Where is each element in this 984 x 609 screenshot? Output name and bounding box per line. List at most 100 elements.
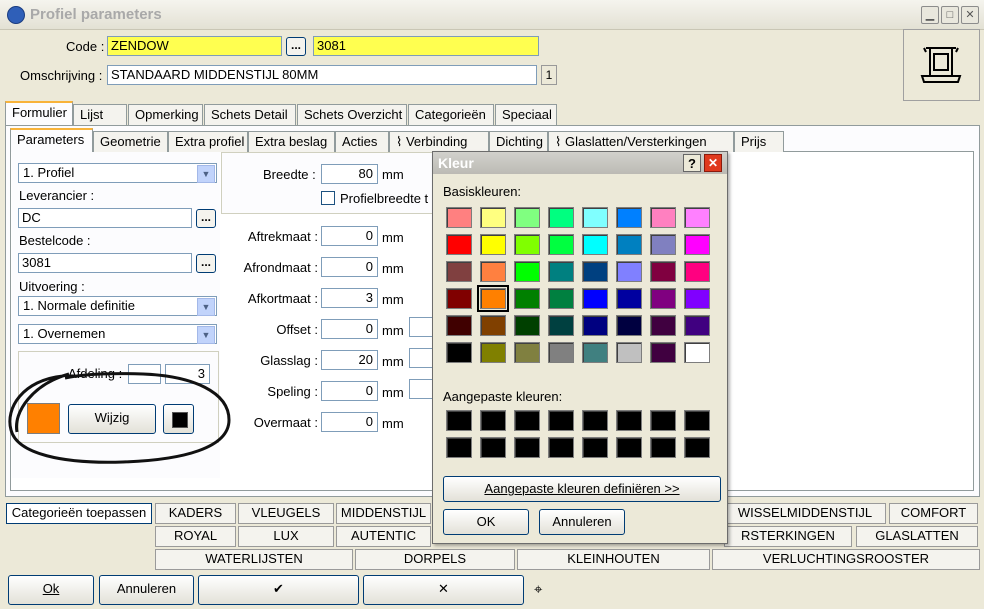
basic-color-swatch[interactable] — [446, 315, 472, 336]
basic-color-swatch[interactable] — [582, 234, 608, 255]
tab-schets-overzicht[interactable]: Schets Overzicht — [297, 104, 407, 125]
code-browse-button[interactable]: ... — [286, 37, 306, 56]
leverancier-field[interactable]: DC — [18, 208, 192, 228]
close-button[interactable]: ✕ — [961, 6, 979, 24]
leverancier-browse-button[interactable]: ... — [196, 209, 216, 228]
custom-color-swatch[interactable] — [582, 410, 608, 431]
basic-color-swatch[interactable] — [582, 342, 608, 363]
category-button[interactable]: VLEUGELS — [238, 503, 334, 524]
custom-color-swatch[interactable] — [514, 410, 540, 431]
help-button[interactable]: ? — [683, 154, 701, 172]
category-button[interactable]: GLASLATTEN — [856, 526, 978, 547]
binoculars-icon[interactable]: ⌖ — [534, 581, 542, 598]
category-button[interactable]: WISSELMIDDENSTIJL — [724, 503, 886, 524]
basic-color-swatch[interactable] — [650, 342, 676, 363]
basic-color-swatch[interactable] — [446, 261, 472, 282]
basic-color-swatch[interactable] — [650, 234, 676, 255]
category-button[interactable]: DORPELS — [355, 549, 515, 570]
subtab-glaslatten-versterkingen[interactable]: ⌇ Glaslatten/Versterkingen — [548, 131, 734, 152]
minimize-button[interactable]: ▁ — [921, 6, 939, 24]
param-field[interactable]: 0 — [321, 381, 378, 401]
tab-formulier[interactable]: Formulier — [5, 101, 73, 125]
basic-color-swatch[interactable] — [616, 234, 642, 255]
subtab-extra-beslag[interactable]: Extra beslag — [248, 131, 335, 152]
basic-color-swatch[interactable] — [446, 234, 472, 255]
basic-color-swatch[interactable] — [446, 288, 472, 309]
subtab-dichting[interactable]: Dichting — [489, 131, 548, 152]
basic-color-swatch[interactable] — [684, 288, 710, 309]
basic-color-swatch[interactable] — [616, 342, 642, 363]
basic-color-swatch[interactable] — [480, 234, 506, 255]
param-field[interactable]: 0 — [321, 319, 378, 339]
custom-color-swatch[interactable] — [650, 437, 676, 458]
basic-color-swatch[interactable] — [684, 315, 710, 336]
param-field[interactable]: 0 — [321, 412, 378, 432]
basic-color-swatch[interactable] — [548, 261, 574, 282]
basic-color-swatch[interactable] — [514, 288, 540, 309]
profielbreedte-checkbox[interactable] — [321, 191, 335, 205]
tab-speciaal[interactable]: Speciaal — [495, 104, 557, 125]
custom-color-swatch[interactable] — [514, 437, 540, 458]
basic-color-swatch[interactable] — [446, 342, 472, 363]
category-button[interactable]: WATERLIJSTEN — [155, 549, 353, 570]
basic-color-swatch[interactable] — [684, 342, 710, 363]
basic-color-swatch[interactable] — [650, 207, 676, 228]
basic-color-swatch[interactable] — [616, 288, 642, 309]
basic-color-swatch[interactable] — [548, 207, 574, 228]
tab-opmerking[interactable]: Opmerking — [128, 104, 203, 125]
basic-color-swatch[interactable] — [480, 342, 506, 363]
category-button[interactable]: KLEINHOUTEN — [517, 549, 710, 570]
basic-color-swatch[interactable] — [582, 288, 608, 309]
basic-color-swatch[interactable] — [480, 261, 506, 282]
subtab-prijs[interactable]: Prijs — [734, 131, 784, 152]
custom-color-swatch[interactable] — [582, 437, 608, 458]
category-button[interactable]: ROYAL — [155, 526, 236, 547]
basic-color-swatch[interactable] — [548, 234, 574, 255]
param-field[interactable]: 0 — [321, 226, 378, 246]
basic-color-swatch[interactable] — [514, 315, 540, 336]
basic-color-swatch[interactable] — [480, 315, 506, 336]
code-field[interactable]: ZENDOW — [107, 36, 282, 56]
custom-color-swatch[interactable] — [480, 437, 506, 458]
category-button[interactable]: VERLUCHTINGSROOSTER — [712, 549, 980, 570]
category-button[interactable]: AUTENTIC — [336, 526, 431, 547]
basic-color-swatch[interactable] — [616, 315, 642, 336]
dialog-close-button[interactable]: ✕ — [704, 154, 722, 172]
basic-color-swatch[interactable] — [582, 207, 608, 228]
basic-color-swatch[interactable] — [616, 261, 642, 282]
category-button[interactable]: KADERS — [155, 503, 236, 524]
basic-color-swatch[interactable] — [514, 234, 540, 255]
basic-color-swatch[interactable] — [650, 288, 676, 309]
basic-color-swatch[interactable] — [650, 315, 676, 336]
subtab-acties[interactable]: Acties — [335, 131, 389, 152]
basic-color-swatch[interactable] — [446, 207, 472, 228]
confirm-check-button[interactable]: ✔ — [198, 575, 359, 605]
basic-color-swatch[interactable] — [480, 207, 506, 228]
subtab-geometrie[interactable]: Geometrie — [93, 131, 168, 152]
define-custom-colors-button[interactable]: Aangepaste kleuren definiëren >> — [443, 476, 721, 502]
breedte-field[interactable]: 80 — [321, 164, 378, 184]
custom-color-swatch[interactable] — [480, 410, 506, 431]
basic-color-swatch[interactable] — [684, 234, 710, 255]
ok-button[interactable]: Ok — [8, 575, 94, 605]
custom-color-swatch[interactable] — [684, 410, 710, 431]
custom-color-swatch[interactable] — [548, 437, 574, 458]
categories-apply-button[interactable]: Categorieën toepassen — [6, 503, 152, 524]
basic-color-swatch[interactable] — [582, 261, 608, 282]
custom-color-swatch[interactable] — [446, 410, 472, 431]
category-button[interactable]: RSTERKINGEN — [724, 526, 852, 547]
basic-color-swatch[interactable] — [514, 342, 540, 363]
param-field[interactable]: 0 — [321, 257, 378, 277]
custom-color-swatch[interactable] — [684, 437, 710, 458]
basic-color-swatch[interactable] — [616, 207, 642, 228]
subtab-parameters[interactable]: Parameters — [10, 128, 93, 152]
category-button[interactable]: LUX — [238, 526, 334, 547]
profile-select[interactable]: 1. Profiel ▼ — [18, 163, 217, 183]
tab-lijst[interactable]: Lijst — [73, 104, 127, 125]
dialog-ok-button[interactable]: OK — [443, 509, 529, 535]
dialog-cancel-button[interactable]: Annuleren — [539, 509, 625, 535]
basic-color-swatch[interactable] — [548, 315, 574, 336]
cancel-button[interactable]: Annuleren — [99, 575, 194, 605]
custom-color-swatch[interactable] — [548, 410, 574, 431]
param-field[interactable]: 3 — [321, 288, 378, 308]
